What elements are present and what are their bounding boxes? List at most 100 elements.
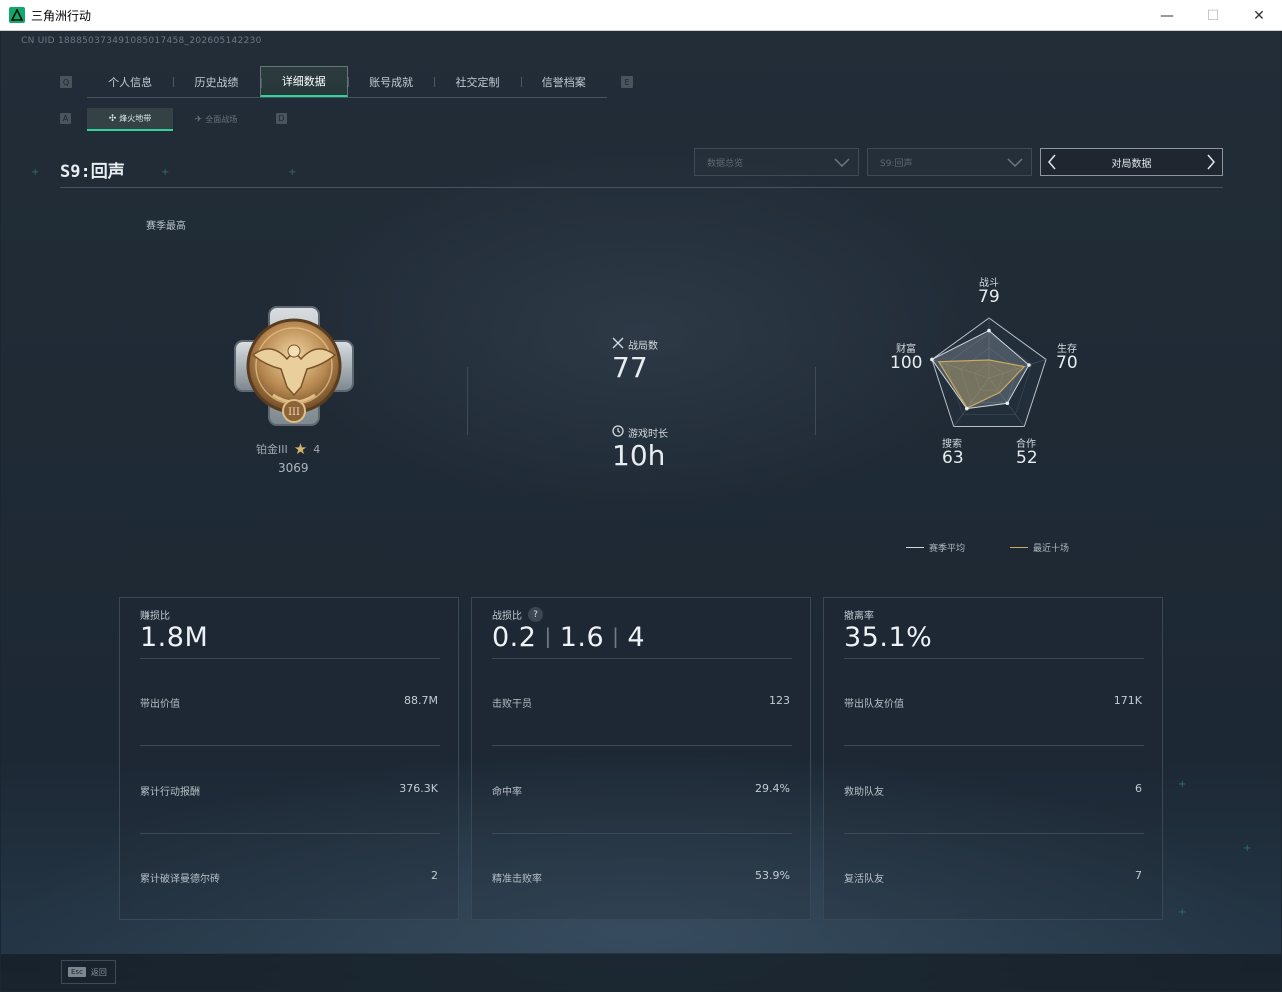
chevron-down-icon (834, 155, 850, 172)
legend-swatch (1010, 547, 1028, 548)
radar-value-survival: 70 (1056, 353, 1078, 373)
rank-medal-icon: III (234, 306, 354, 426)
value-separator: | (612, 624, 620, 648)
row-value: 376.3K (399, 782, 438, 795)
card-main-value: 0.2 | 1.6 | 4 (492, 622, 645, 653)
close-button[interactable]: ✕ (1236, 0, 1282, 31)
tab-match-history[interactable]: 历史战绩 (173, 66, 259, 97)
kd-value-2: 1.6 (559, 622, 605, 653)
row-value: 29.4% (755, 782, 790, 795)
tab-achievements[interactable]: 账号成就 (347, 66, 434, 97)
decor-plus-icon: + (161, 167, 170, 178)
season-divider (60, 187, 1223, 188)
row-label: 精准击败率 (492, 874, 542, 885)
card-title-text: 战损比 (492, 611, 522, 622)
key-hint-e: E (621, 76, 633, 88)
radar-point (964, 406, 969, 411)
data-type-select[interactable]: 数据总览 (694, 148, 859, 176)
bottom-bar (1, 953, 1281, 991)
card-divider (492, 833, 792, 834)
chevron-right-icon[interactable] (1206, 153, 1216, 175)
season-select-value: S9:回声 (880, 158, 913, 169)
decor-plus-icon: + (1178, 779, 1187, 790)
radar-value-combat: 79 (978, 287, 1000, 307)
window-titlebar: 三角洲行动 — ☐ ✕ (0, 0, 1282, 31)
row-label: 带出队友价值 (844, 699, 904, 710)
rank-star-count: 4 (313, 442, 321, 456)
playtime-label-text: 游戏时长 (628, 429, 668, 440)
tab-operations-zone-label: 烽火地带 (119, 114, 152, 123)
season-title: S9:回声 (60, 162, 125, 182)
tab-reputation[interactable]: 信誉档案 (520, 66, 607, 97)
card-main-value: 1.8M (140, 622, 209, 653)
row-value: 2 (431, 869, 438, 882)
playtime-label: 游戏时长 (612, 425, 668, 440)
row-value: 88.7M (404, 694, 438, 707)
match-data-button[interactable]: 对局数据 (1040, 148, 1223, 176)
app-logo-icon (9, 7, 25, 23)
tab-operations-zone[interactable]: ✣ 烽火地带 (87, 108, 173, 131)
row-value: 6 (1135, 782, 1142, 795)
season-best-label: 赛季最高 (146, 221, 186, 232)
chevron-down-icon (1007, 155, 1023, 172)
key-hint-q: Q (60, 76, 72, 88)
data-type-select-value: 数据总览 (707, 158, 744, 169)
esc-key-hint: Esc (68, 967, 86, 977)
decor-plus-icon: + (31, 167, 40, 178)
match-data-label: 对局数据 (1111, 158, 1152, 170)
tab-social[interactable]: 社交定制 (434, 66, 520, 97)
card-title: 赚损比 (140, 611, 170, 622)
card-divider (844, 745, 1144, 746)
kill-death-card: 战损比 ? 0.2 | 1.6 | 4 击败干员 123 命中率 29.4% 精准击败率… (471, 597, 811, 920)
card-divider (844, 658, 1144, 659)
plane-icon: ✈ (194, 114, 203, 125)
minimize-button[interactable]: — (1144, 0, 1190, 31)
game-screen: CN UID 188850373491085017458_20260514223… (1, 31, 1281, 991)
card-divider (844, 833, 1144, 834)
row-label: 带出价值 (140, 699, 180, 710)
tab-warfare[interactable]: ✈ 全面战场 (173, 108, 259, 131)
decor-plus-icon: + (288, 167, 297, 178)
radar-value-cooperation: 52 (1016, 448, 1038, 468)
row-label: 命中率 (492, 787, 522, 798)
decor-plus-icon: + (1178, 907, 1187, 918)
row-label: 救助队友 (844, 787, 884, 798)
tab-detailed-data[interactable]: 详细数据 (259, 66, 348, 97)
window-title: 三角洲行动 (31, 8, 92, 23)
star-icon: ★ (293, 440, 308, 458)
profit-loss-card: 赚损比 1.8M 带出价值 88.7M 累计行动报酬 376.3K 累计破译曼德… (119, 597, 459, 920)
section-divider (815, 367, 816, 435)
chevron-left-icon[interactable] (1047, 153, 1057, 175)
decor-plus-icon: + (1243, 843, 1252, 854)
card-title: 战损比 ? (492, 607, 543, 622)
maximize-button[interactable]: ☐ (1190, 0, 1236, 31)
main-tab-bar: 个人信息 历史战绩 详细数据 账号成就 社交定制 信誉档案 (87, 66, 607, 98)
row-value: 171K (1113, 694, 1142, 707)
card-main-value: 35.1% (844, 622, 933, 653)
rank-name-label: 铂金III (256, 443, 288, 456)
back-button-label: 返回 (90, 967, 107, 977)
playtime-value: 10h (612, 439, 666, 472)
radar-value-wealth: 100 (890, 353, 923, 373)
kd-value-3: 4 (627, 622, 646, 653)
card-divider (492, 745, 792, 746)
matches-value: 77 (612, 351, 648, 384)
extraction-rate-card: 撤离率 35.1% 带出队友价值 171K 救助队友 6 复活队友 7 (823, 597, 1163, 920)
key-hint-a: A (60, 113, 71, 124)
clock-icon (612, 425, 624, 440)
kd-value-1: 0.2 (492, 622, 537, 653)
crosshair-icon: ✣ (108, 113, 117, 124)
season-select[interactable]: S9:回声 (867, 148, 1032, 176)
legend-recent-ten: 最近十场 (1010, 541, 1069, 554)
row-value: 123 (769, 694, 790, 707)
rank-points: 3069 (278, 461, 309, 475)
crossed-swords-icon (612, 337, 624, 352)
legend-season-average: 赛季平均 (906, 541, 965, 554)
back-button[interactable]: Esc 返回 (61, 960, 116, 984)
help-icon[interactable]: ? (528, 607, 543, 622)
tab-warfare-label: 全面战场 (205, 115, 238, 124)
radar-value-search: 63 (942, 448, 964, 468)
tab-personal-info[interactable]: 个人信息 (87, 66, 173, 97)
radar-point (1027, 363, 1031, 367)
radar-point (1005, 401, 1010, 406)
